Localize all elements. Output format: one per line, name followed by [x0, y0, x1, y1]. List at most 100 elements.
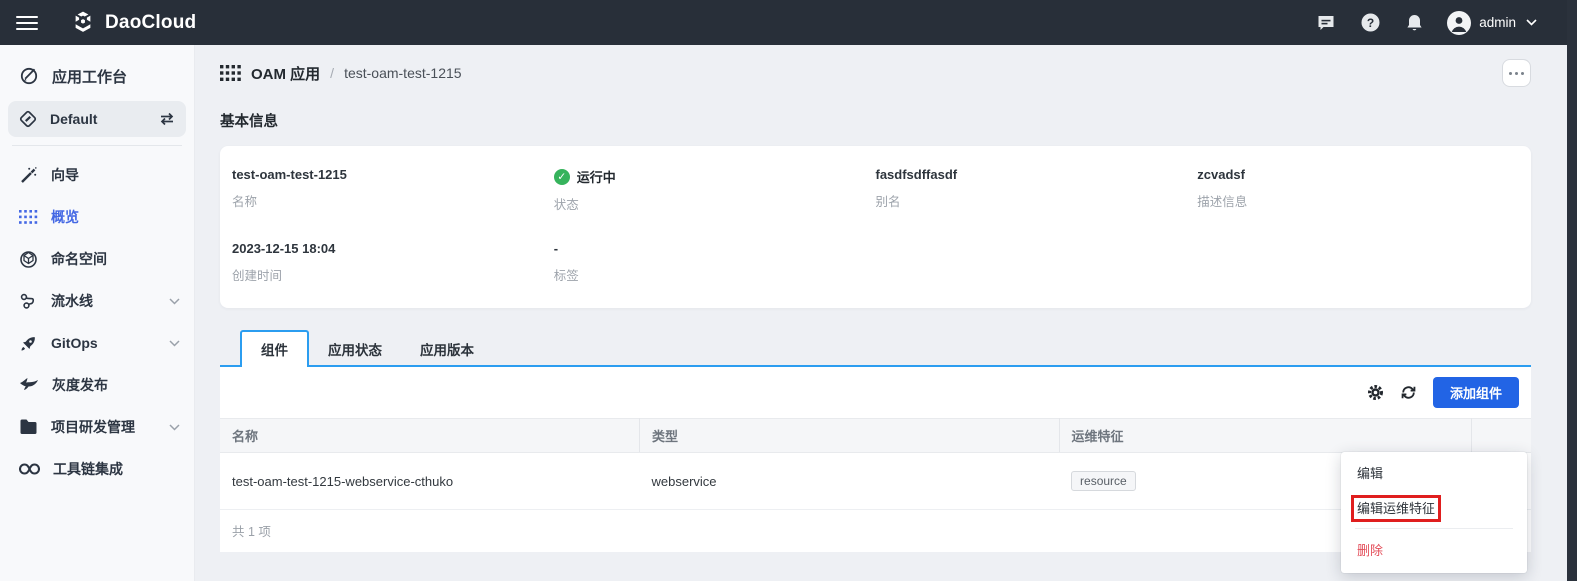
row-context-menu: 编辑 编辑运维特征 删除: [1341, 452, 1527, 573]
sidebar-item-overview[interactable]: 概览: [0, 196, 194, 238]
user-menu[interactable]: admin: [1447, 10, 1537, 35]
tab-bar: 组件 应用状态 应用版本: [220, 330, 1531, 367]
sidebar-item-label: 概览: [51, 209, 79, 225]
column-header-name: 名称: [220, 418, 641, 453]
daocloud-logo-icon: [70, 10, 96, 36]
bell-icon[interactable]: [1403, 12, 1425, 34]
sidebar-item-gray-release[interactable]: 灰度发布: [0, 364, 194, 406]
basic-info-card: test-oam-test-1215 名称 ✓ 运行中 状态 fasdfsdff…: [220, 146, 1531, 308]
refresh-icon[interactable]: [1400, 384, 1418, 402]
field-value: zcvadsf: [1197, 167, 1245, 182]
field-value: fasdfsdffasdf: [875, 167, 958, 182]
switch-workspace-icon[interactable]: [158, 111, 176, 127]
field-value: -: [553, 241, 559, 256]
bird-icon: [19, 377, 39, 393]
sidebar-item-label: 流水线: [51, 293, 93, 309]
sidebar-item-label: 项目研发管理: [51, 419, 135, 435]
field-label: 状态: [553, 198, 579, 212]
wand-icon: [19, 166, 38, 185]
breadcrumb-root-label: OAM 应用: [251, 65, 321, 83]
pipeline-icon: [19, 292, 38, 311]
field-status: ✓ 运行中 状态: [553, 167, 876, 213]
field-alias: fasdfsdffasdf 别名: [876, 167, 1198, 213]
sidebar-item-project-management[interactable]: 项目研发管理: [0, 406, 194, 448]
sidebar-item-pipeline[interactable]: 流水线: [0, 280, 194, 322]
avatar-icon: [1447, 10, 1472, 35]
namespace-cube-icon: [19, 250, 38, 269]
menu-item-edit-traits[interactable]: 编辑运维特征: [1341, 490, 1527, 525]
window-scrollbar[interactable]: [1567, 0, 1577, 581]
tab-components[interactable]: 组件: [240, 330, 309, 367]
top-bar: DaoCloud ? admin: [0, 0, 1577, 45]
field-name: test-oam-test-1215 名称: [232, 167, 554, 213]
sidebar-item-default-workspace[interactable]: Default: [8, 101, 186, 137]
username: admin: [1479, 15, 1516, 30]
field-label: 名称: [232, 195, 258, 209]
menu-item-delete[interactable]: 删除: [1341, 532, 1527, 567]
folder-icon: [19, 419, 38, 435]
help-icon[interactable]: ?: [1359, 12, 1381, 34]
trait-chip[interactable]: resource: [1071, 471, 1136, 491]
field-description: zcvadsf 描述信息: [1197, 167, 1519, 213]
tab-app-status[interactable]: 应用状态: [309, 332, 401, 365]
components-table: 名称 类型 运维特征 test-oam-test-1215-webservice…: [220, 418, 1531, 510]
column-header-traits: 运维特征: [1059, 418, 1473, 453]
menu-divider: [1355, 528, 1513, 529]
chevron-down-icon: [169, 423, 180, 431]
sidebar-item-namespace[interactable]: 命名空间: [0, 238, 194, 280]
infinity-icon: [19, 463, 40, 475]
grid-dots-icon: [19, 209, 38, 225]
sidebar-item-toolchain[interactable]: 工具链集成: [0, 448, 194, 490]
field-label: 描述信息: [1197, 195, 1248, 209]
field-label: 创建时间: [232, 269, 283, 283]
sidebar-item-label: 工具链集成: [53, 461, 123, 477]
chevron-down-icon: [169, 297, 180, 305]
breadcrumb-current: test-oam-test-1215: [344, 65, 462, 81]
table-header-row: 名称 类型 运维特征: [220, 418, 1531, 453]
svg-text:?: ?: [1367, 16, 1374, 30]
menu-item-edit[interactable]: 编辑: [1341, 455, 1527, 490]
sidebar-item-label: 向导: [51, 167, 79, 183]
components-panel: 添加组件 名称 类型 运维特征 test-oam-test-1215-webse…: [220, 367, 1531, 552]
add-component-button[interactable]: 添加组件: [1432, 377, 1519, 408]
field-value: 运行中: [576, 170, 616, 185]
rocket-icon: [19, 334, 38, 353]
sidebar-item-label: 命名空间: [51, 251, 107, 267]
breadcrumb-separator: /: [330, 65, 335, 81]
workspace-icon: [19, 110, 37, 128]
chevron-down-icon: [1526, 19, 1537, 26]
field-created-time: 2023-12-15 18:04 创建时间: [232, 241, 554, 284]
field-labels: - 标签: [554, 241, 876, 284]
brand-name: DaoCloud: [105, 11, 197, 33]
menu-toggle-icon[interactable]: [16, 12, 38, 34]
status-running-icon: ✓: [553, 168, 570, 185]
gear-icon[interactable]: [1367, 384, 1385, 402]
field-value: 2023-12-15 18:04: [232, 241, 336, 256]
chevron-down-icon: [169, 339, 180, 347]
sidebar-item-label: 应用工作台: [52, 68, 128, 86]
cell-component-type: webservice: [639, 452, 1060, 510]
tab-app-version[interactable]: 应用版本: [401, 332, 493, 365]
field-value: test-oam-test-1215: [232, 167, 347, 182]
sidebar-item-wizard[interactable]: 向导: [0, 154, 194, 196]
sidebar-divider: [12, 145, 182, 146]
breadcrumb: OAM 应用 / test-oam-test-1215: [220, 58, 1531, 88]
column-header-type: 类型: [639, 418, 1060, 453]
chat-icon[interactable]: [1315, 12, 1337, 34]
sidebar-item-label: 灰度发布: [52, 377, 108, 393]
column-header-actions: [1471, 418, 1531, 453]
sidebar-item-workbench[interactable]: 应用工作台: [0, 53, 194, 99]
cell-component-name: test-oam-test-1215-webservice-cthuko: [220, 452, 640, 510]
table-row[interactable]: test-oam-test-1215-webservice-cthuko web…: [220, 452, 1531, 510]
sidebar: 应用工作台 Default 向导 概览 命名空间 流水线 GitOps 灰度发布…: [0, 45, 195, 581]
sidebar-item-label: GitOps: [51, 335, 98, 351]
more-actions-button[interactable]: [1502, 59, 1531, 87]
sidebar-item-label: Default: [50, 111, 98, 127]
sidebar-item-gitops[interactable]: GitOps: [0, 322, 194, 364]
table-toolbar: 添加组件: [220, 367, 1531, 418]
brand[interactable]: DaoCloud: [70, 10, 196, 36]
table-footer-count: 共 1 项: [232, 525, 271, 539]
breadcrumb-root[interactable]: OAM 应用: [220, 63, 320, 84]
workbench-icon: [19, 66, 39, 86]
annotation-highlight-box: 编辑运维特征: [1350, 495, 1442, 522]
